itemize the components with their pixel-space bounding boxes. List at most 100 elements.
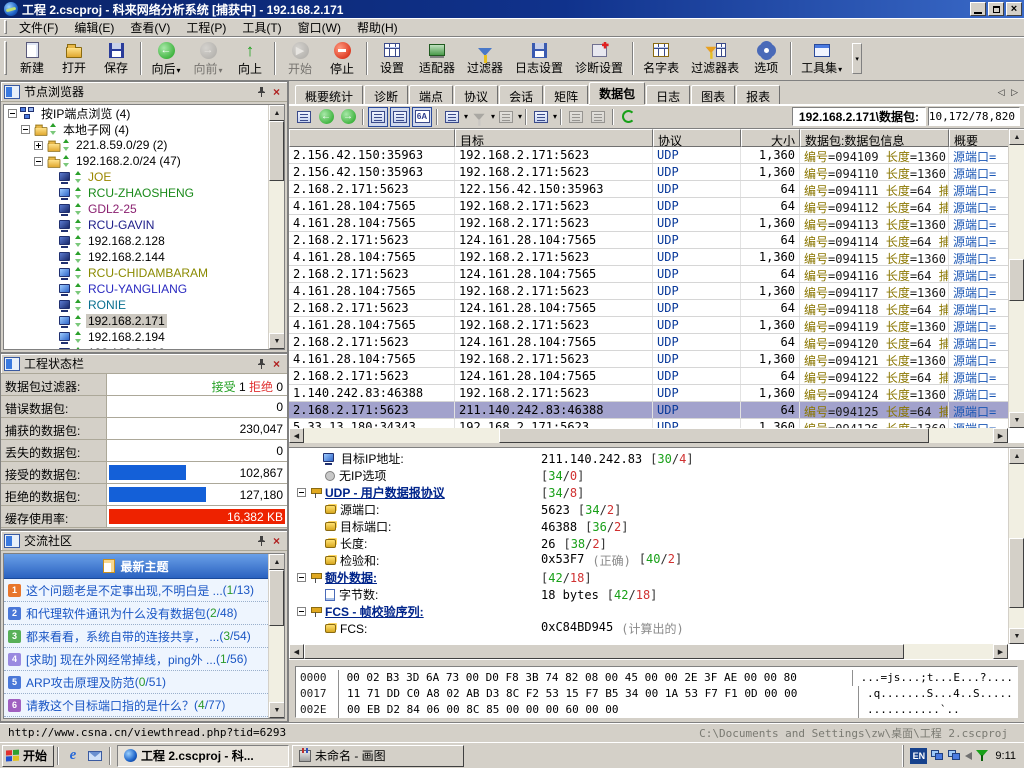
collapse-icon[interactable] [297, 573, 306, 582]
community-topic[interactable]: 3都来看看，系统自带的连接共享， ...(3/54) [4, 625, 268, 648]
toolbar-button-name-table[interactable]: 名字表 [637, 39, 685, 78]
toolbar-button-log-settings[interactable]: 日志设置 [509, 39, 569, 78]
network-tray-icon[interactable] [931, 750, 944, 761]
tree-item-rcu-yangliang[interactable]: RCU-YANGLIANG [4, 281, 268, 297]
tab-协议[interactable]: 协议 [454, 85, 498, 104]
packet-row[interactable]: 2.168.2.171:5623124.161.28.104:7565UDP64… [289, 266, 1008, 283]
tree-item-rcu-zhaosheng[interactable]: RCU-ZHAOSHENG [4, 185, 268, 201]
scroll-thumb[interactable] [269, 121, 284, 181]
menu-item-v[interactable]: 查看(V) [122, 17, 178, 38]
menu-item-h[interactable]: 帮助(H) [349, 17, 406, 38]
decode-row[interactable]: 无IP选项[34/0] [291, 467, 1008, 484]
scroll-up-icon[interactable]: ▲ [269, 105, 285, 121]
packet-list-vscrollbar[interactable]: ▲ ▼ [1008, 129, 1024, 428]
packet-row[interactable]: 2.156.42.150:35963192.168.2.171:5623UDP1… [289, 147, 1008, 164]
menu-item-p[interactable]: 工程(P) [178, 17, 234, 38]
close-icon[interactable]: × [269, 357, 284, 371]
community-topic[interactable]: 4[求助] 现在外网经常掉线，ping外 ...(1/56) [4, 648, 268, 671]
decode-row[interactable]: FCS - 帧校验序列: [291, 603, 1008, 620]
close-icon[interactable]: × [269, 534, 284, 548]
collapse-icon[interactable] [21, 125, 30, 134]
scroll-left-icon[interactable]: ◀ [289, 428, 304, 443]
toolbar-button-toolset-window[interactable]: 工具集▾ [795, 39, 848, 78]
tree-item-221.8.59.029[interactable]: 221.8.59.0/29 (2) [4, 137, 268, 153]
decode-vscrollbar[interactable]: ▲ ▼ [1008, 448, 1024, 644]
column-header-大小[interactable]: 大小 [741, 129, 800, 147]
tab-scroll-arrows[interactable]: ◁ ▷ [998, 87, 1020, 98]
tab-报表[interactable]: 报表 [736, 85, 780, 104]
scroll-right-icon[interactable]: ▶ [993, 428, 1008, 443]
tab-会话[interactable]: 会话 [499, 85, 543, 104]
pin-icon[interactable] [254, 357, 269, 371]
menu-item-e[interactable]: 编辑(E) [66, 17, 122, 38]
scroll-down-icon[interactable]: ▼ [1009, 628, 1024, 644]
community-topic[interactable]: 6请教这个目标端口指的是什么？(4/77) [4, 694, 268, 717]
packet-tool-field-list[interactable] [531, 107, 551, 127]
packet-tool-table-small[interactable] [496, 107, 516, 127]
scroll-thumb[interactable] [1009, 259, 1024, 301]
decode-row[interactable]: 检验和:0x53F7(正确)[40/2] [291, 552, 1008, 569]
toolbar-button-diagnosis-settings[interactable]: 诊断设置 [569, 39, 629, 78]
scroll-down-icon[interactable]: ▼ [269, 702, 285, 718]
task-button-capsa[interactable]: 工程 2.cscproj - 科... [117, 745, 289, 767]
close-icon[interactable]: × [269, 85, 284, 99]
decode-row[interactable]: FCS:0xC84BD945(计算出的) [291, 620, 1008, 637]
pin-icon[interactable] [254, 85, 269, 99]
tree-item-[interactable]: 本地子网 (4) [4, 121, 268, 137]
toolbar-button-filter-table[interactable]: 过滤器表 [685, 39, 745, 78]
minimize-button[interactable] [970, 2, 986, 16]
tab-图表[interactable]: 图表 [691, 85, 735, 104]
status-link[interactable]: http://www.csna.cn/viewthread.php?tid=62… [8, 726, 699, 739]
tree-item-ronie[interactable]: RONIE [4, 297, 268, 313]
expand-icon[interactable] [34, 141, 43, 150]
tab-矩阵[interactable]: 矩阵 [544, 85, 588, 104]
network-tray-icon[interactable] [948, 750, 961, 761]
toolbar-button-options-gear[interactable]: 选项 [745, 39, 787, 78]
speaker-icon[interactable] [965, 752, 972, 760]
toolbar-button-save-floppy[interactable]: 保存 [95, 39, 137, 78]
toolbar-button-settings-table[interactable]: 设置 [371, 39, 413, 78]
tree-item-192.168.2.144[interactable]: 192.168.2.144 [4, 249, 268, 265]
toolbar-button-filter-funnel[interactable]: 过滤器 [461, 39, 509, 78]
toolbar-button-stop-circle[interactable]: 停止 [321, 39, 363, 78]
packet-row[interactable]: 4.161.28.104:7565192.168.2.171:5623UDP1,… [289, 249, 1008, 266]
decode-row[interactable]: 目标端口:46388[36/2] [291, 518, 1008, 535]
toolbar-grip[interactable] [4, 41, 7, 75]
decode-hscrollbar[interactable]: ◀ ▶ [289, 644, 1008, 659]
scroll-thumb[interactable] [304, 644, 904, 659]
tree-item-rcu-gavin[interactable]: RCU-GAVIN [4, 217, 268, 233]
packet-tool-columns[interactable] [442, 107, 462, 127]
packet-row[interactable]: 2.168.2.171:5623124.161.28.104:7565UDP64… [289, 368, 1008, 385]
close-button[interactable]: × [1006, 2, 1022, 16]
hex-row[interactable]: 002E00 EB D2 84 06 00 8C 85 00 00 00 60 … [300, 702, 1013, 718]
packet-row[interactable]: 2.168.2.171:5623124.161.28.104:7565UDP64… [289, 232, 1008, 249]
scroll-up-icon[interactable]: ▲ [269, 554, 285, 570]
toolbar-button-back-circle[interactable]: ←向后▾ [145, 39, 187, 78]
community-topic[interactable]: 1这个问题老是不定事出现,不明白是 ...(1/13) [4, 579, 268, 602]
column-header-source[interactable] [289, 129, 455, 147]
scroll-down-icon[interactable]: ▼ [269, 333, 285, 349]
packet-tool-nav-forward[interactable]: → [338, 107, 358, 127]
packet-row[interactable]: 2.156.42.150:35963192.168.2.171:5623UDP1… [289, 164, 1008, 181]
packet-tool-view-list[interactable] [368, 107, 388, 127]
tree-item-ip[interactable]: 按IP端点浏览 (4) [4, 105, 268, 121]
community-scrollbar[interactable]: ▲ ▼ [268, 554, 284, 718]
tree-item-192.168.2.171[interactable]: 192.168.2.171 [4, 313, 268, 329]
collapse-icon[interactable] [297, 488, 306, 497]
column-header-数据包:数据包信息[interactable]: 数据包:数据包信息 [800, 129, 949, 147]
packet-list-hscrollbar[interactable]: ◀ ▶ [289, 428, 1008, 443]
packet-tool-view-hex[interactable]: 6A [412, 107, 432, 127]
packet-row[interactable]: 2.168.2.171:5623122.156.42.150:35963UDP6… [289, 181, 1008, 198]
collapse-icon[interactable] [34, 157, 43, 166]
menu-item-w[interactable]: 窗口(W) [290, 17, 349, 38]
packet-tool-nav-back[interactable]: ← [316, 107, 336, 127]
scroll-left-icon[interactable]: ◀ [289, 644, 304, 659]
tree-item-192.168.2.194[interactable]: 192.168.2.194 [4, 329, 268, 345]
menu-grip[interactable] [4, 20, 7, 34]
restore-button[interactable] [988, 2, 1004, 16]
decode-row[interactable]: 长度:26[38/2] [291, 535, 1008, 552]
mail-quicklaunch-icon[interactable] [84, 746, 106, 766]
packet-row[interactable]: 4.161.28.104:7565192.168.2.171:5623UDP1,… [289, 283, 1008, 300]
menu-item-f[interactable]: 文件(F) [11, 17, 66, 38]
tab-日志[interactable]: 日志 [646, 85, 690, 104]
